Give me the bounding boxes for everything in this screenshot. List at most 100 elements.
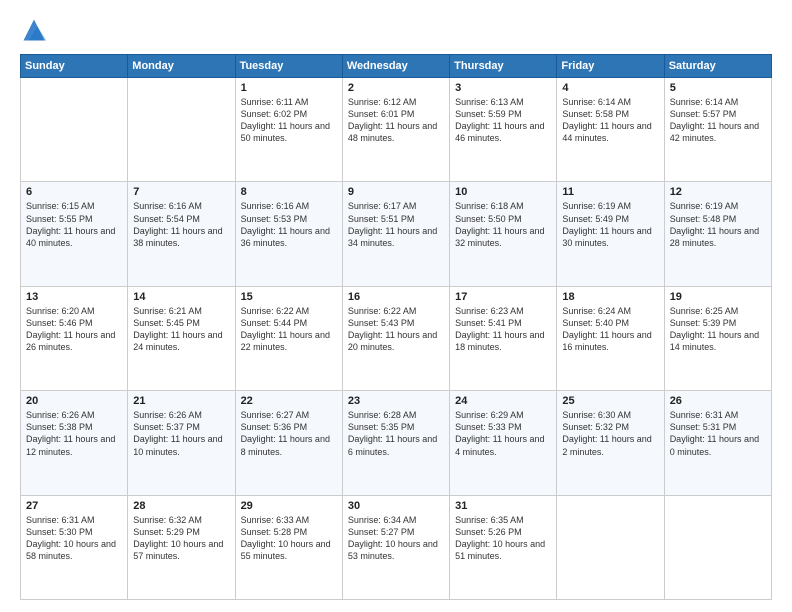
calendar-cell: 11Sunrise: 6:19 AM Sunset: 5:49 PM Dayli… [557, 182, 664, 286]
day-number: 30 [348, 500, 444, 512]
day-info: Sunrise: 6:35 AM Sunset: 5:26 PM Dayligh… [455, 514, 551, 563]
day-number: 27 [26, 500, 122, 512]
page: SundayMondayTuesdayWednesdayThursdayFrid… [0, 0, 792, 612]
calendar-week-1: 1Sunrise: 6:11 AM Sunset: 6:02 PM Daylig… [21, 78, 772, 182]
calendar-cell [557, 495, 664, 599]
day-info: Sunrise: 6:20 AM Sunset: 5:46 PM Dayligh… [26, 305, 122, 354]
calendar-cell [664, 495, 771, 599]
calendar-week-3: 13 Sunrise: 6:20 AM Sunset: 5:46 PM Dayli… [21, 286, 772, 390]
calendar-cell: 4 Sunrise: 6:14 AM Sunset: 5:58 PM Daylig… [557, 78, 664, 182]
day-info: Sunrise: 6:26 AM Sunset: 5:37 PM Dayligh… [133, 409, 229, 458]
day-number: 17 [455, 291, 551, 303]
day-number: 22 [241, 395, 337, 407]
weekday-monday: Monday [128, 55, 235, 78]
day-info: Sunrise: 6:27 AM Sunset: 5:36 PM Dayligh… [241, 409, 337, 458]
calendar-cell: 27Sunrise: 6:31 AM Sunset: 5:30 PM Dayli… [21, 495, 128, 599]
day-number: 14 [133, 291, 229, 303]
weekday-tuesday: Tuesday [235, 55, 342, 78]
calendar-cell: 21 Sunrise: 6:26 AM Sunset: 5:37 PM Dayli… [128, 391, 235, 495]
day-info: Sunrise: 6:26 AM Sunset: 5:38 PM Dayligh… [26, 409, 122, 458]
day-number: 9 [348, 186, 444, 198]
day-number: 12 [670, 186, 766, 198]
calendar-cell: 10 Sunrise: 6:18 AM Sunset: 5:50 PM Dayli… [450, 182, 557, 286]
day-number: 13 [26, 291, 122, 303]
day-number: 19 [670, 291, 766, 303]
calendar-cell: 26 Sunrise: 6:31 AM Sunset: 5:31 PM Dayli… [664, 391, 771, 495]
day-info: Sunrise: 6:31 AM Sunset: 5:31 PM Dayligh… [670, 409, 766, 458]
day-info: Sunrise: 6:13 AM Sunset: 5:59 PM Dayligh… [455, 96, 551, 145]
day-info: Sunrise: 6:32 AM Sunset: 5:29 PM Dayligh… [133, 514, 229, 563]
day-info: Sunrise: 6:34 AM Sunset: 5:27 PM Dayligh… [348, 514, 444, 563]
calendar-cell: 9 Sunrise: 6:17 AM Sunset: 5:51 PM Daylig… [342, 182, 449, 286]
calendar-cell: 7 Sunrise: 6:16 AM Sunset: 5:54 PM Daylig… [128, 182, 235, 286]
header [20, 16, 772, 44]
calendar-cell: 30 Sunrise: 6:34 AM Sunset: 5:27 PM Dayli… [342, 495, 449, 599]
day-number: 18 [562, 291, 658, 303]
calendar-cell: 5 Sunrise: 6:14 AM Sunset: 5:57 PM Daylig… [664, 78, 771, 182]
day-info: Sunrise: 6:14 AM Sunset: 5:58 PM Dayligh… [562, 96, 658, 145]
weekday-header-row: SundayMondayTuesdayWednesdayThursdayFrid… [21, 55, 772, 78]
calendar-cell: 28 Sunrise: 6:32 AM Sunset: 5:29 PM Dayli… [128, 495, 235, 599]
day-number: 26 [670, 395, 766, 407]
day-info: Sunrise: 6:22 AM Sunset: 5:44 PM Dayligh… [241, 305, 337, 354]
day-info: Sunrise: 6:19 AM Sunset: 5:49 PM Dayligh… [562, 200, 658, 249]
day-number: 24 [455, 395, 551, 407]
day-info: Sunrise: 6:29 AM Sunset: 5:33 PM Dayligh… [455, 409, 551, 458]
calendar-cell: 19 Sunrise: 6:25 AM Sunset: 5:39 PM Dayli… [664, 286, 771, 390]
day-info: Sunrise: 6:16 AM Sunset: 5:54 PM Dayligh… [133, 200, 229, 249]
calendar-cell: 16Sunrise: 6:22 AM Sunset: 5:43 PM Dayli… [342, 286, 449, 390]
day-info: Sunrise: 6:14 AM Sunset: 5:57 PM Dayligh… [670, 96, 766, 145]
day-number: 31 [455, 500, 551, 512]
day-info: Sunrise: 6:21 AM Sunset: 5:45 PM Dayligh… [133, 305, 229, 354]
day-number: 20 [26, 395, 122, 407]
calendar-cell: 24 Sunrise: 6:29 AM Sunset: 5:33 PM Dayli… [450, 391, 557, 495]
day-number: 10 [455, 186, 551, 198]
day-number: 2 [348, 82, 444, 94]
day-number: 3 [455, 82, 551, 94]
calendar-cell: 31 Sunrise: 6:35 AM Sunset: 5:26 PM Dayli… [450, 495, 557, 599]
day-info: Sunrise: 6:15 AM Sunset: 5:55 PM Dayligh… [26, 200, 122, 249]
day-info: Sunrise: 6:25 AM Sunset: 5:39 PM Dayligh… [670, 305, 766, 354]
calendar-cell [21, 78, 128, 182]
day-number: 15 [241, 291, 337, 303]
day-info: Sunrise: 6:16 AM Sunset: 5:53 PM Dayligh… [241, 200, 337, 249]
calendar-cell: 3 Sunrise: 6:13 AM Sunset: 5:59 PM Daylig… [450, 78, 557, 182]
calendar-cell: 22 Sunrise: 6:27 AM Sunset: 5:36 PM Dayli… [235, 391, 342, 495]
day-number: 5 [670, 82, 766, 94]
day-number: 28 [133, 500, 229, 512]
day-info: Sunrise: 6:12 AM Sunset: 6:01 PM Dayligh… [348, 96, 444, 145]
calendar-week-2: 6 Sunrise: 6:15 AM Sunset: 5:55 PM Daylig… [21, 182, 772, 286]
calendar-cell [128, 78, 235, 182]
calendar-cell: 14 Sunrise: 6:21 AM Sunset: 5:45 PM Dayli… [128, 286, 235, 390]
day-info: Sunrise: 6:18 AM Sunset: 5:50 PM Dayligh… [455, 200, 551, 249]
day-number: 6 [26, 186, 122, 198]
calendar-cell: 8 Sunrise: 6:16 AM Sunset: 5:53 PM Daylig… [235, 182, 342, 286]
day-number: 4 [562, 82, 658, 94]
calendar-cell: 25 Sunrise: 6:30 AM Sunset: 5:32 PM Dayli… [557, 391, 664, 495]
day-info: Sunrise: 6:17 AM Sunset: 5:51 PM Dayligh… [348, 200, 444, 249]
calendar-cell: 17 Sunrise: 6:23 AM Sunset: 5:41 PM Dayli… [450, 286, 557, 390]
calendar-cell: 2 Sunrise: 6:12 AM Sunset: 6:01 PM Daylig… [342, 78, 449, 182]
weekday-saturday: Saturday [664, 55, 771, 78]
day-number: 21 [133, 395, 229, 407]
calendar-cell: 29Sunrise: 6:33 AM Sunset: 5:28 PM Dayli… [235, 495, 342, 599]
calendar-cell: 23Sunrise: 6:28 AM Sunset: 5:35 PM Dayli… [342, 391, 449, 495]
day-info: Sunrise: 6:24 AM Sunset: 5:40 PM Dayligh… [562, 305, 658, 354]
weekday-thursday: Thursday [450, 55, 557, 78]
day-number: 25 [562, 395, 658, 407]
day-info: Sunrise: 6:23 AM Sunset: 5:41 PM Dayligh… [455, 305, 551, 354]
day-info: Sunrise: 6:22 AM Sunset: 5:43 PM Dayligh… [348, 305, 444, 354]
day-info: Sunrise: 6:30 AM Sunset: 5:32 PM Dayligh… [562, 409, 658, 458]
weekday-wednesday: Wednesday [342, 55, 449, 78]
calendar-week-4: 20 Sunrise: 6:26 AM Sunset: 5:38 PM Dayli… [21, 391, 772, 495]
day-info: Sunrise: 6:19 AM Sunset: 5:48 PM Dayligh… [670, 200, 766, 249]
day-number: 7 [133, 186, 229, 198]
weekday-sunday: Sunday [21, 55, 128, 78]
calendar-cell: 18 Sunrise: 6:24 AM Sunset: 5:40 PM Dayli… [557, 286, 664, 390]
calendar-cell: 20 Sunrise: 6:26 AM Sunset: 5:38 PM Dayli… [21, 391, 128, 495]
day-info: Sunrise: 6:28 AM Sunset: 5:35 PM Dayligh… [348, 409, 444, 458]
calendar-cell: 12 Sunrise: 6:19 AM Sunset: 5:48 PM Dayli… [664, 182, 771, 286]
logo-icon [20, 16, 48, 44]
day-number: 8 [241, 186, 337, 198]
day-number: 1 [241, 82, 337, 94]
